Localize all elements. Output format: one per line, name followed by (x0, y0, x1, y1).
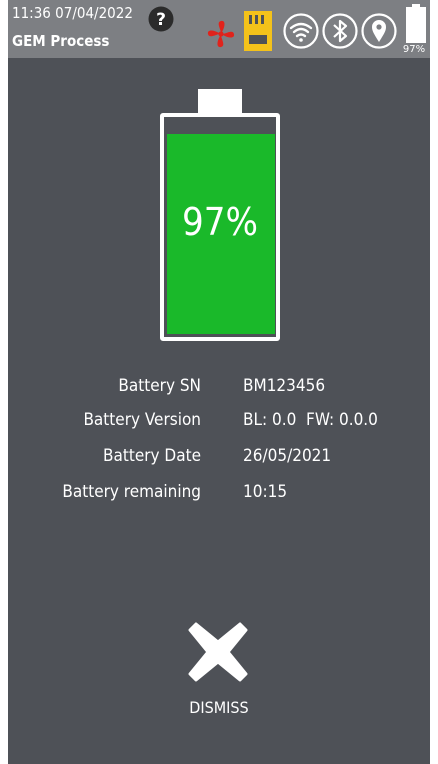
info-label: Battery Date (102, 446, 201, 466)
sd-card-icon (244, 11, 272, 51)
info-value: BM123456 (243, 376, 326, 396)
svg-text:?: ? (156, 10, 166, 30)
battery-info-screen: 11:36 07/04/2022 GEM Process ? 97% 97% B… (8, 0, 430, 764)
status-battery-percent: 97% (402, 44, 426, 55)
battery-icon (406, 4, 426, 43)
info-value: 10:15 (243, 482, 288, 502)
info-row-version: Battery Version BL: 0.0 FW: 0.0.0 (8, 410, 430, 436)
wifi-icon (283, 13, 319, 49)
location-icon (361, 13, 397, 49)
battery-percent: 97% (182, 200, 258, 244)
bluetooth-icon (322, 13, 358, 49)
status-bar: 11:36 07/04/2022 GEM Process ? 97% (8, 0, 430, 58)
info-label: Battery SN (118, 376, 201, 396)
close-icon (188, 622, 248, 682)
info-label: Battery Version (83, 410, 201, 430)
battery-terminal (198, 89, 242, 113)
info-row-remaining: Battery remaining 10:15 (8, 482, 430, 508)
help-icon[interactable]: ? (148, 6, 174, 32)
fan-icon (207, 20, 235, 48)
status-datetime: 11:36 07/04/2022 (12, 4, 133, 22)
status-process-name: GEM Process (12, 32, 110, 50)
dismiss-button[interactable]: DISMISS (168, 612, 270, 724)
info-value: 26/05/2021 (243, 446, 332, 466)
dismiss-label: DISMISS (189, 698, 249, 717)
info-row-serial: Battery SN BM123456 (8, 376, 430, 402)
info-label: Battery remaining (62, 482, 201, 502)
info-value: BL: 0.0 FW: 0.0.0 (243, 410, 378, 430)
info-row-date: Battery Date 26/05/2021 (8, 446, 430, 472)
